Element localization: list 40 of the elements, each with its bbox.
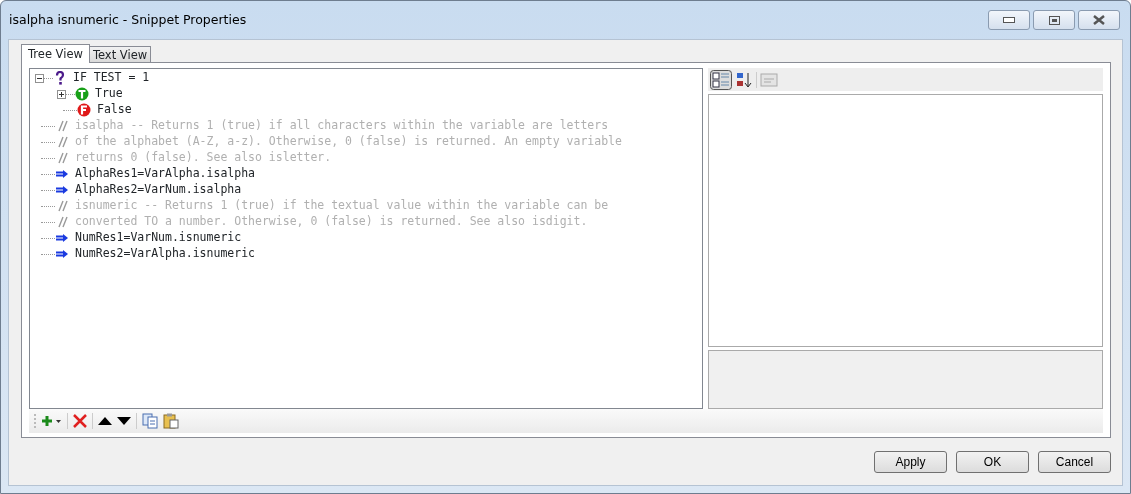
assignment-arrow-icon bbox=[55, 247, 69, 261]
move-down-icon[interactable] bbox=[117, 417, 131, 425]
categorized-view-icon[interactable] bbox=[710, 69, 732, 90]
comment-slashes-icon bbox=[55, 135, 69, 149]
paste-icon[interactable] bbox=[163, 413, 179, 429]
comment-slashes-icon bbox=[55, 151, 69, 165]
copy-icon[interactable] bbox=[142, 413, 158, 429]
tree-item-label[interactable]: AlphaRes1=VarAlpha.isalpha bbox=[75, 165, 255, 183]
dialog-button[interactable]: OK bbox=[956, 450, 1029, 473]
assignment-arrow-icon bbox=[55, 183, 69, 197]
close-icon bbox=[1092, 15, 1106, 25]
collapse-icon[interactable] bbox=[35, 73, 44, 83]
maximize-button[interactable] bbox=[1033, 10, 1075, 30]
tree-item-label[interactable]: NumRes1=VarNum.isnumeric bbox=[75, 229, 242, 247]
assignment-arrow-icon bbox=[55, 167, 69, 181]
minimize-icon bbox=[1003, 17, 1015, 23]
dialog-button[interactable]: Cancel bbox=[1038, 450, 1111, 473]
tree-item-label[interactable]: True bbox=[95, 85, 123, 103]
false-badge-icon bbox=[77, 103, 91, 117]
tree-item-label[interactable]: IF TEST = 1 bbox=[73, 69, 150, 87]
delete-icon[interactable] bbox=[73, 414, 87, 428]
true-badge-icon bbox=[75, 87, 89, 101]
add-icon[interactable] bbox=[42, 414, 62, 428]
comment-slashes-icon bbox=[55, 199, 69, 213]
move-up-icon[interactable] bbox=[98, 417, 112, 425]
tree-item-label[interactable]: NumRes2=VarAlpha.isnumeric bbox=[75, 245, 255, 263]
comment-slashes-icon bbox=[55, 215, 69, 229]
close-button[interactable] bbox=[1078, 10, 1120, 30]
maximize-icon bbox=[1048, 15, 1060, 25]
tree-item-label[interactable]: False bbox=[97, 101, 132, 119]
comment-slashes-icon bbox=[55, 119, 69, 133]
minimize-button[interactable] bbox=[988, 10, 1030, 30]
expand-icon[interactable] bbox=[57, 89, 66, 99]
tab[interactable]: Tree View bbox=[21, 44, 90, 63]
tree-item-label[interactable]: AlphaRes2=VarNum.isalpha bbox=[75, 181, 242, 199]
question-mark-icon bbox=[53, 71, 67, 85]
assignment-arrow-icon bbox=[55, 231, 69, 245]
window-title: isalpha isnumeric - Snippet Properties bbox=[9, 10, 248, 29]
dialog-button[interactable]: Apply bbox=[874, 450, 947, 473]
grip-icon bbox=[33, 413, 37, 429]
